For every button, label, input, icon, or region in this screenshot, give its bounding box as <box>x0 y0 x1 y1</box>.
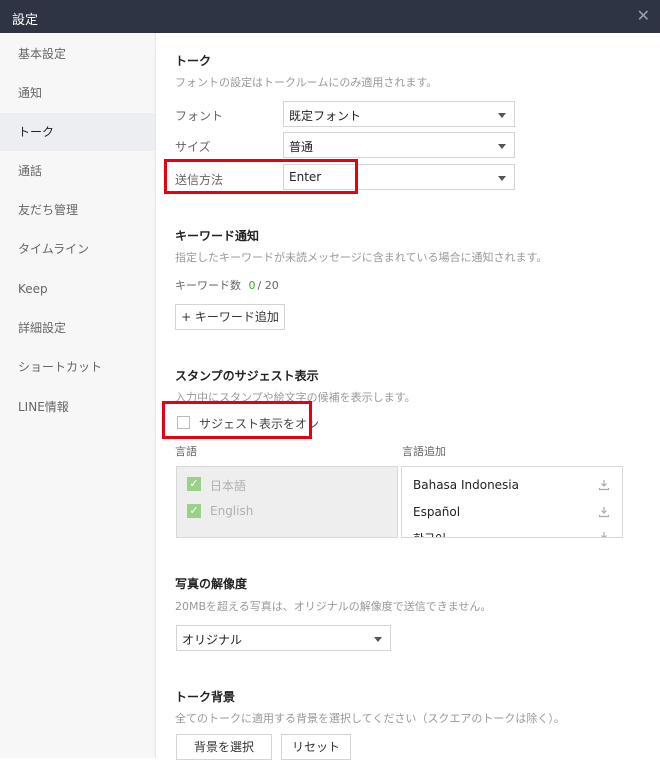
select-background-button[interactable]: 背景を選択 <box>176 734 272 760</box>
close-icon[interactable]: ✕ <box>637 6 650 25</box>
keyword-count-max: / 20 <box>257 279 279 292</box>
add-keyword-button[interactable]: + キーワード追加 <box>175 304 285 330</box>
language-item-english: English <box>210 504 254 518</box>
chevron-down-icon <box>498 113 506 118</box>
keyword-count-label: キーワード数 <box>175 279 241 292</box>
download-icon[interactable] <box>598 506 610 518</box>
size-label: サイズ <box>175 140 211 154</box>
available-language-indonesian[interactable]: Bahasa Indonesia <box>413 478 519 492</box>
talk-heading: トーク <box>175 54 212 68</box>
talk-background-description: 全てのトークに適用する背景を選択してください（スクエアのトークは除く）。 <box>175 712 565 725</box>
available-languages-list[interactable]: Bahasa Indonesia Español 한국어 <box>401 466 623 538</box>
photo-resolution-select[interactable]: オリジナル <box>176 625 391 651</box>
sticker-suggest-heading: スタンプのサジェスト表示 <box>175 369 319 383</box>
keyword-description: 指定したキーワードが未読メッセージに含まれている場合に通知されます。 <box>175 251 548 264</box>
available-language-korean[interactable]: 한국어 <box>413 530 446 537</box>
reset-background-button[interactable]: リセット <box>281 734 351 760</box>
chevron-down-icon <box>498 144 506 149</box>
chevron-down-icon <box>498 176 506 181</box>
sidebar-item-friends[interactable]: 友だち管理 <box>0 191 155 229</box>
title-bar: 設定 ✕ <box>0 0 660 33</box>
sidebar-item-notifications[interactable]: 通知 <box>0 74 155 112</box>
sidebar-item-advanced[interactable]: 詳細設定 <box>0 309 155 347</box>
download-icon[interactable] <box>598 479 610 491</box>
photo-resolution-heading: 写真の解像度 <box>175 577 248 591</box>
language-item-japanese: 日本語 <box>210 479 247 493</box>
talk-description: フォントの設定はトークルームにのみ適用されます。 <box>175 76 438 89</box>
check-icon: ✓ <box>187 477 201 491</box>
suggest-toggle-highlight <box>162 401 312 439</box>
settings-panel: トーク フォントの設定はトークルームにのみ適用されます。 フォント 既定フォント… <box>156 33 660 760</box>
sidebar: 基本設定 通知 トーク 通話 友だち管理 タイムライン Keep 詳細設定 ショ… <box>0 33 156 758</box>
font-select[interactable]: 既定フォント <box>283 101 515 127</box>
sidebar-item-keep[interactable]: Keep <box>0 270 155 308</box>
keyword-heading: キーワード通知 <box>175 229 260 243</box>
send-method-highlight <box>164 159 358 194</box>
check-icon: ✓ <box>187 504 201 518</box>
download-icon[interactable] <box>598 531 610 538</box>
font-select-value: 既定フォント <box>289 109 362 123</box>
sidebar-item-timeline[interactable]: タイムライン <box>0 230 155 268</box>
sidebar-item-shortcuts[interactable]: ショートカット <box>0 348 155 386</box>
size-select[interactable]: 普通 <box>283 132 515 158</box>
sidebar-item-about[interactable]: LINE情報 <box>0 388 155 426</box>
keyword-count: キーワード数 0/ 20 <box>175 277 279 293</box>
selected-languages-list: ✓ 日本語 ✓ English <box>176 466 398 538</box>
size-select-value: 普通 <box>289 140 314 154</box>
photo-resolution-description: 20MBを超える写真は、オリジナルの解像度で送信できません。 <box>175 600 492 613</box>
add-languages-label: 言語追加 <box>402 445 446 458</box>
sidebar-item-calls[interactable]: 通話 <box>0 152 155 190</box>
available-language-spanish[interactable]: Español <box>413 505 460 519</box>
sidebar-item-talk[interactable]: トーク <box>0 113 155 151</box>
talk-background-heading: トーク背景 <box>175 690 236 704</box>
photo-resolution-value: オリジナル <box>182 633 243 647</box>
languages-label: 言語 <box>175 445 197 458</box>
keyword-count-value: 0 <box>248 279 256 292</box>
chevron-down-icon <box>374 637 382 642</box>
sidebar-item-basic[interactable]: 基本設定 <box>0 35 155 73</box>
window-title: 設定 <box>12 13 39 28</box>
font-label: フォント <box>175 109 224 123</box>
